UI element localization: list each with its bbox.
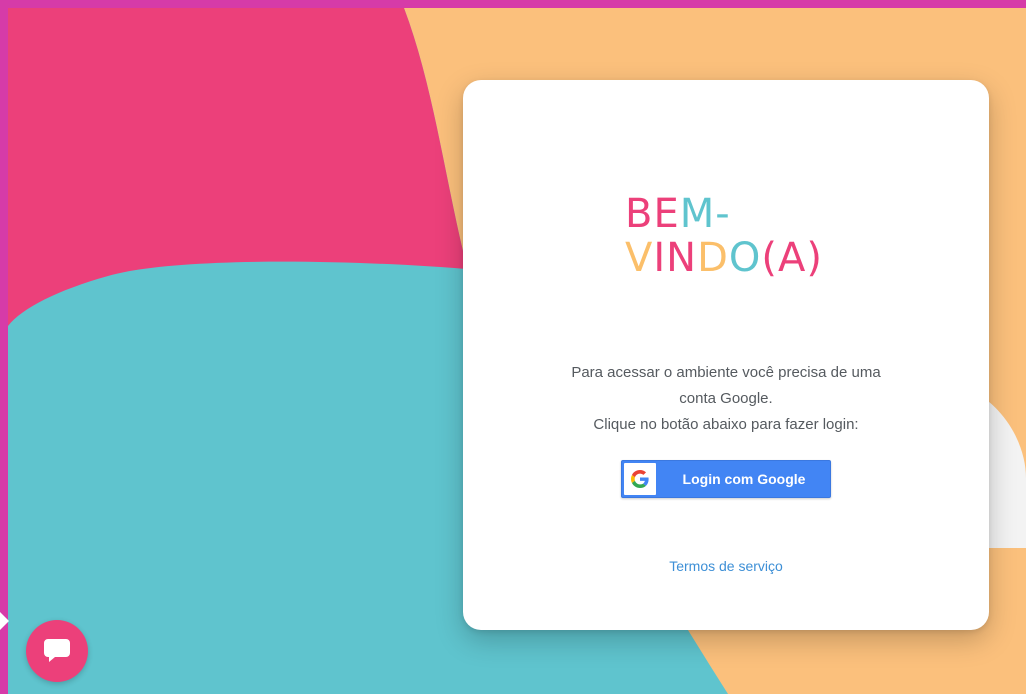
welcome-line-1-letter: E (653, 191, 680, 237)
welcome-line-1-letter: - (715, 191, 731, 237)
welcome-line-2-letter: D (697, 235, 729, 281)
welcome-line-1: BEM- (625, 192, 823, 236)
chat-bubble-icon (44, 639, 70, 662)
collapse-arrow-icon[interactable] (0, 612, 9, 630)
welcome-line-2-letter: A (778, 235, 807, 281)
google-icon-box (624, 463, 656, 495)
chat-button[interactable] (26, 620, 88, 682)
google-login-button[interactable]: Login com Google (621, 460, 831, 498)
terms-of-service-link[interactable]: Termos de serviço (463, 558, 989, 574)
instructions-line-2: conta Google. (679, 390, 773, 407)
login-instructions: Para acessar o ambiente você precisa de … (463, 360, 989, 438)
instructions-line-1: Para acessar o ambiente você precisa de … (571, 364, 881, 381)
welcome-line-2: VINDO(A) (625, 236, 823, 280)
welcome-line-2-letter: I (653, 235, 667, 281)
google-g-icon (631, 470, 649, 488)
login-page: BEM- VINDO(A) Para acessar o ambiente vo… (8, 8, 1026, 694)
welcome-line-1-letter: M (679, 191, 716, 237)
welcome-line-2-letter: ( (761, 235, 778, 281)
welcome-line-2-letter: N (666, 235, 698, 281)
instructions-line-3: Clique no botão abaixo para fazer login: (593, 416, 859, 433)
welcome-line-2-letter: O (728, 235, 762, 281)
welcome-line-2-letter: V (625, 235, 654, 281)
login-card: BEM- VINDO(A) Para acessar o ambiente vo… (463, 80, 989, 630)
welcome-line-1-letter: B (625, 191, 654, 237)
welcome-line-2-letter: ) (806, 235, 823, 281)
google-login-label: Login com Google (682, 471, 806, 487)
welcome-heading: BEM- VINDO(A) (625, 192, 823, 280)
